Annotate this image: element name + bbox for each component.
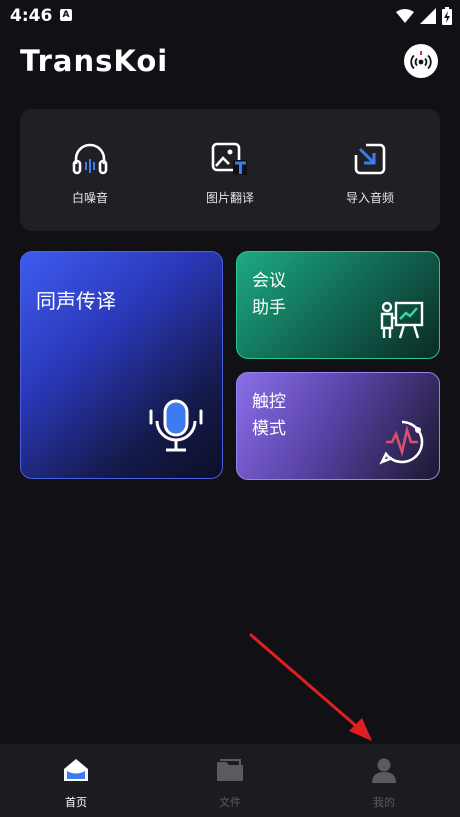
nav-files[interactable]: 文件 [190,756,270,810]
presentation-icon [380,301,424,339]
tool-label: 图片翻译 [205,191,254,205]
status-time: 4:46 [10,6,53,26]
app-logo: TransKoi [20,44,169,78]
tool-label: 白噪音 [71,191,108,205]
nav-profile[interactable]: 我的 [344,756,424,810]
status-bar: 4:46 A [0,0,460,32]
nav-label: 文件 [219,796,241,809]
broadcast-button[interactable] [404,44,438,78]
nav-label: 首页 [65,796,87,809]
card-title-line: 会议 [252,271,286,291]
folder-icon [217,759,243,781]
bottom-nav: 首页 文件 我的 [0,744,460,817]
status-icons [396,6,452,26]
waveform-chat-icon [379,420,424,465]
import-audio-icon [354,143,386,175]
tools-panel: 白噪音 图片翻译 导入音频 [20,109,440,231]
headphones-icon [72,143,108,175]
card-title-line: 模式 [252,419,286,439]
card-title: 会议 助手 [252,268,302,322]
card-title-line: 助手 [252,298,286,318]
card-title: 触控 模式 [252,389,302,443]
signal-icon [420,8,436,24]
user-icon [372,758,396,783]
broadcast-icon [410,51,432,70]
nav-home[interactable]: 首页 [36,756,116,810]
tool-label: 导入音频 [345,191,394,205]
simultaneous-interpretation-card[interactable]: 同声传译 [20,251,223,479]
card-title-line: 触控 [252,392,286,412]
app-screen: 4:46 A TransKoi 白噪音 图片翻译 导入音频 同声传译 会议 助手… [0,0,460,817]
nav-label: 我的 [373,796,395,809]
touch-mode-card[interactable]: 触控 模式 [236,372,440,480]
card-title: 同声传译 [36,289,116,313]
image-translate-icon [211,142,247,175]
meeting-assistant-card[interactable]: 会议 助手 [236,251,440,359]
tool-white-noise[interactable]: 白噪音 [40,141,140,206]
microphone-icon [149,399,203,452]
tool-image-translate[interactable]: 图片翻译 [180,141,280,206]
tool-import-audio[interactable]: 导入音频 [320,141,420,206]
notification-icon: A [60,9,72,21]
home-icon [64,759,88,781]
battery-icon [442,7,452,25]
wifi-icon [396,9,414,23]
